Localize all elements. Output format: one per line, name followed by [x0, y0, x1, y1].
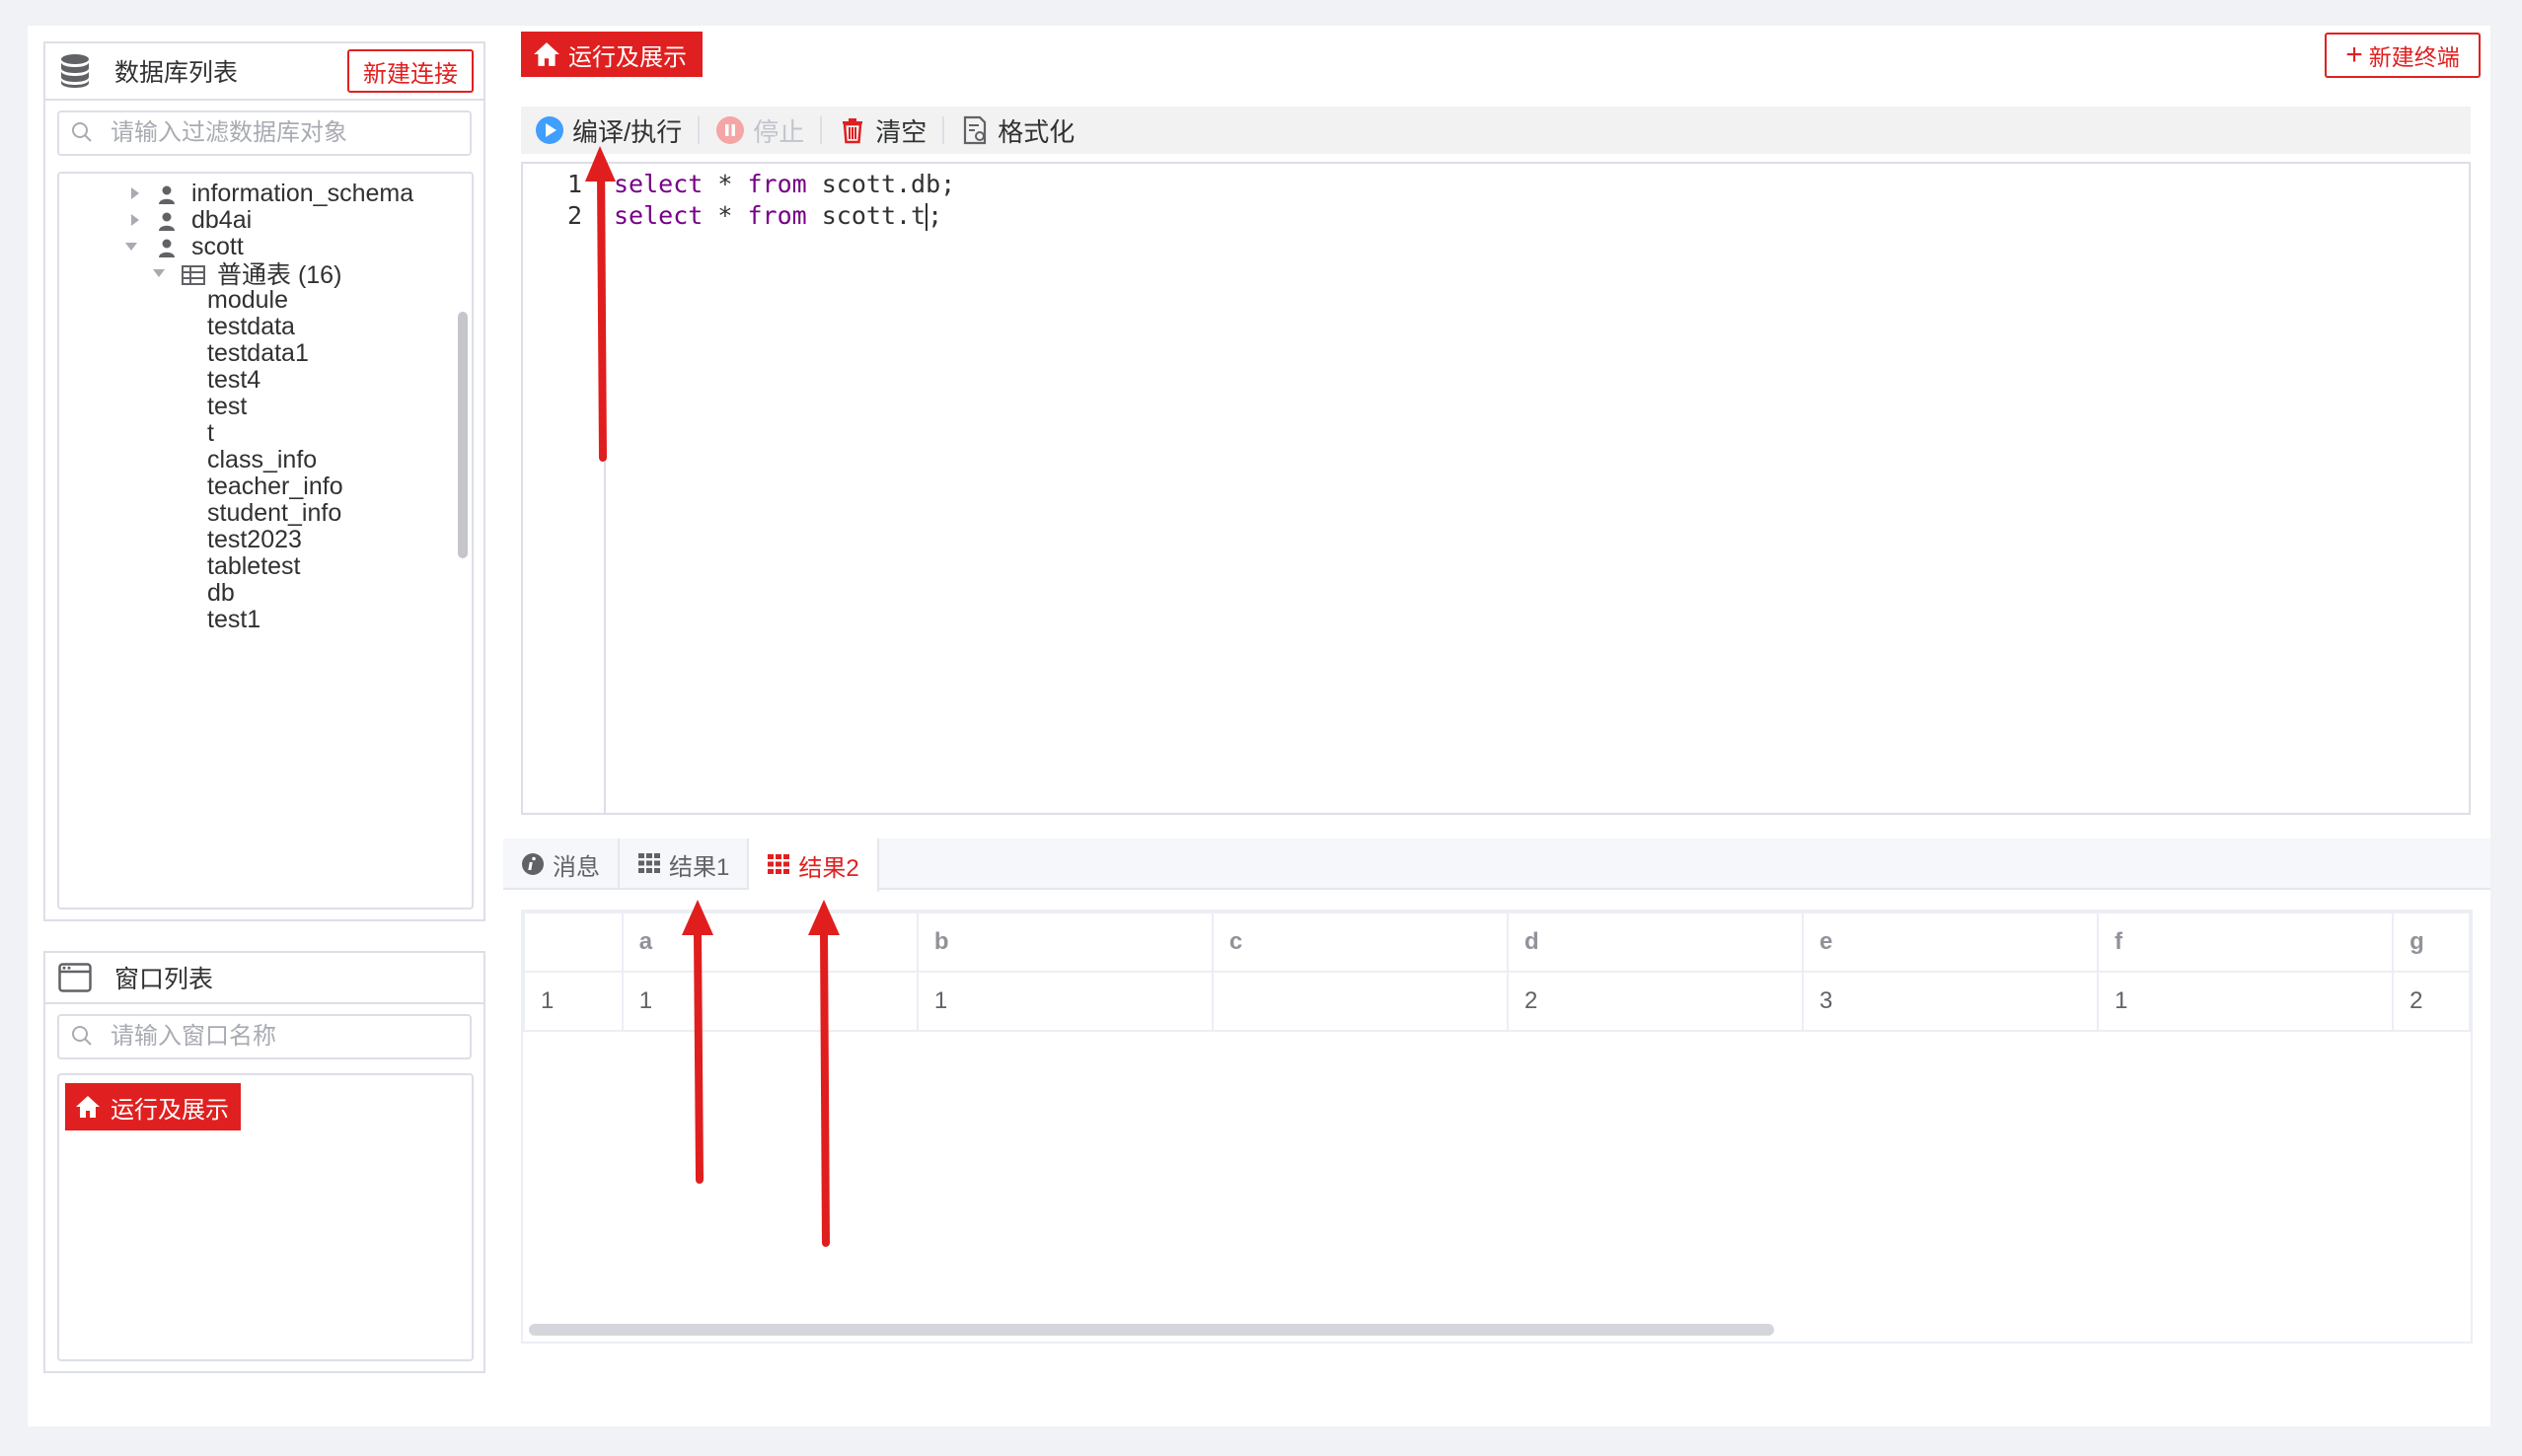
code-line[interactable]: select * from scott.db; — [614, 170, 955, 198]
window-icon — [57, 960, 93, 995]
line-number: 2 — [566, 201, 582, 230]
table-row[interactable]: 1 1 1 2 3 1 2 — [523, 971, 2471, 1032]
code-line[interactable]: select * from scott.t; — [614, 201, 942, 231]
tab-result1[interactable]: 结果1 — [620, 838, 750, 890]
plus-icon: + — [2345, 38, 2363, 71]
table-header-row: a b c d e f g — [523, 911, 2471, 973]
window-filter-input[interactable] — [111, 1023, 466, 1051]
tab-label: 运行及展示 — [568, 43, 687, 71]
run-button[interactable]: 编译/执行 — [535, 112, 682, 149]
table-cell[interactable]: 3 — [1801, 971, 2100, 1032]
tab-label: 消息 — [553, 853, 600, 881]
new-connection-button[interactable]: 新建连接 — [347, 49, 474, 93]
tab-label: 结果1 — [669, 853, 730, 881]
line-number: 1 — [566, 170, 582, 198]
toolbar-divider — [698, 116, 701, 144]
format-button[interactable]: 格式化 — [960, 112, 1075, 149]
code-text: * — [703, 170, 748, 198]
column-header[interactable] — [523, 911, 624, 973]
column-header[interactable]: f — [2097, 911, 2395, 973]
format-icon — [960, 115, 990, 145]
sql-editor[interactable]: 1 2 select * from scott.db; select * fro… — [521, 162, 2471, 815]
table-cell[interactable]: 2 — [2392, 971, 2471, 1032]
home-icon — [533, 40, 560, 68]
trash-icon — [838, 115, 867, 145]
caret-right-icon[interactable] — [128, 186, 142, 200]
info-icon — [521, 852, 545, 876]
window-list-header: 窗口列表 — [45, 953, 483, 1004]
tab-messages[interactable]: 消息 — [503, 838, 620, 890]
sql-keyword: from — [747, 201, 807, 230]
code-text: scott.t — [806, 201, 927, 230]
caret-right-icon[interactable] — [128, 213, 142, 227]
column-header[interactable]: d — [1506, 911, 1805, 973]
caret-down-icon[interactable] — [124, 240, 138, 254]
sql-keyword: from — [747, 170, 807, 198]
code-text: * — [703, 201, 748, 230]
window-item-run-display[interactable]: 运行及展示 — [65, 1083, 241, 1130]
window-filter-field[interactable] — [57, 1014, 472, 1059]
tree-scrollbar[interactable] — [458, 312, 468, 558]
database-tree: information_schema db4ai scott 普通表 (16) … — [57, 172, 474, 910]
window-item-label: 运行及展示 — [111, 1096, 229, 1124]
code-text: ; — [927, 201, 943, 230]
new-terminal-button[interactable]: + 新建终端 — [2325, 33, 2481, 78]
database-list-header: 数据库列表 新建连接 — [45, 43, 483, 101]
toolbar-divider — [820, 116, 823, 144]
horizontal-scrollbar[interactable] — [529, 1324, 1774, 1336]
database-filter-field[interactable] — [57, 110, 472, 156]
grid-icon — [767, 853, 790, 877]
tab-run-display[interactable]: 运行及展示 — [521, 32, 703, 77]
table-cell[interactable]: 1 — [2097, 971, 2395, 1032]
format-label: 格式化 — [998, 116, 1076, 147]
play-icon — [535, 115, 564, 145]
table-cell[interactable]: 1 — [621, 971, 919, 1032]
tree-table-item[interactable]: test1 — [207, 600, 260, 639]
database-list-title: 数据库列表 — [114, 59, 239, 87]
toolbar-divider — [942, 116, 945, 144]
new-terminal-label: 新建终端 — [2368, 44, 2460, 70]
database-icon — [57, 53, 93, 89]
table-cell[interactable]: 2 — [1506, 971, 1805, 1032]
clear-label: 清空 — [875, 116, 927, 147]
window-list-title: 窗口列表 — [114, 966, 214, 993]
result-grid-area: a b c d e f g 1 1 1 2 3 1 2 — [521, 910, 2473, 1344]
run-label: 编译/执行 — [572, 116, 683, 147]
code-text: scott.db; — [806, 170, 956, 198]
column-header[interactable]: a — [621, 911, 919, 973]
stop-button[interactable]: 停止 — [715, 112, 804, 149]
database-list-panel: 数据库列表 新建连接 information_schema db4ai scot… — [43, 41, 485, 921]
stop-label: 停止 — [753, 116, 805, 147]
tab-label: 结果2 — [798, 854, 859, 882]
caret-down-icon[interactable] — [152, 266, 166, 280]
result-table: a b c d e f g 1 1 1 2 3 1 2 — [523, 911, 2471, 1032]
pause-icon — [715, 115, 745, 145]
table-grid-icon — [182, 263, 205, 285]
column-header[interactable]: b — [916, 911, 1214, 973]
column-header[interactable]: c — [1211, 911, 1509, 973]
sql-keyword: select — [614, 201, 704, 230]
clear-button[interactable]: 清空 — [838, 112, 927, 149]
grid-icon — [637, 852, 661, 876]
home-icon — [75, 1094, 101, 1120]
search-icon — [71, 1025, 95, 1049]
search-icon — [71, 121, 95, 145]
column-header[interactable]: e — [1801, 911, 2100, 973]
table-cell[interactable] — [1211, 971, 1509, 1032]
window-list: 运行及展示 — [57, 1073, 474, 1361]
tab-result2[interactable]: 结果2 — [749, 838, 879, 892]
editor-gutter: 1 2 — [523, 164, 606, 813]
editor-toolbar: 编译/执行 停止 清空 格式化 — [521, 107, 2471, 154]
window-list-panel: 窗口列表 运行及展示 — [43, 951, 485, 1373]
database-filter-input[interactable] — [111, 119, 466, 147]
table-cell[interactable]: 1 — [523, 971, 624, 1032]
table-cell[interactable]: 1 — [916, 971, 1214, 1032]
sql-keyword: select — [614, 170, 704, 198]
result-tabs: 消息 结果1 结果2 — [503, 838, 2490, 892]
column-header[interactable]: g — [2392, 911, 2471, 973]
